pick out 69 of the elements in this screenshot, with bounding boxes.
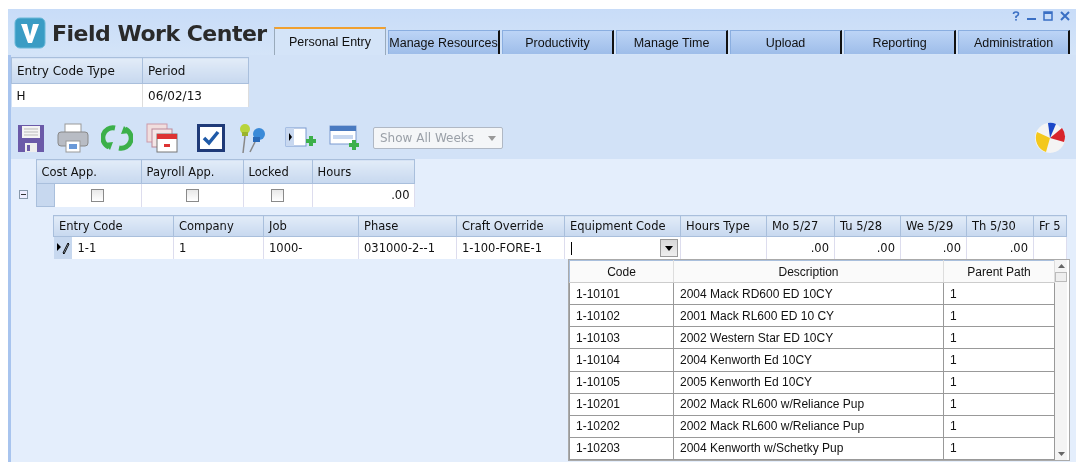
checkbox[interactable] bbox=[185, 189, 199, 203]
column-header[interactable]: Equipment Code bbox=[564, 215, 681, 237]
checkbox-icon[interactable] bbox=[197, 124, 225, 152]
table-cell[interactable]: 1-10103 bbox=[569, 326, 674, 349]
table-cell[interactable]: 1-10102 bbox=[569, 304, 674, 327]
column-header[interactable]: Fr 5 bbox=[1033, 215, 1067, 237]
column-header[interactable]: Description bbox=[673, 260, 944, 283]
logo-icon bbox=[14, 17, 46, 49]
collapse-icon[interactable] bbox=[18, 190, 28, 199]
table-cell[interactable]: 2005 Kenworth Ed 10CY bbox=[673, 371, 944, 394]
column-header[interactable]: Job bbox=[263, 215, 359, 237]
table-cell[interactable]: 2004 Kenworth Ed 10CY bbox=[673, 348, 944, 372]
table-cell[interactable]: 2001 Mack RL600 ED 10 CY bbox=[673, 304, 944, 327]
table-cell[interactable]: 1-10202 bbox=[569, 415, 674, 438]
table-cell: 1-1 bbox=[77, 240, 97, 255]
tab[interactable]: Personal Entry bbox=[274, 27, 386, 55]
table-cell: 06/02/13 bbox=[142, 83, 249, 107]
table-cell[interactable]: 2002 Mack RL600 w/Reliance Pup bbox=[673, 393, 944, 416]
help-icon[interactable] bbox=[1012, 11, 1020, 21]
tab[interactable]: Administration bbox=[958, 30, 1070, 54]
scroll-down-icon[interactable] bbox=[1057, 452, 1065, 456]
app-title: Field Work Center bbox=[52, 20, 267, 46]
table-cell[interactable]: 1-10104 bbox=[569, 348, 674, 372]
table-cell: H bbox=[11, 83, 143, 107]
table-cell[interactable]: 2002 Mack RL600 w/Reliance Pup bbox=[673, 415, 944, 438]
column-header[interactable]: Cost App. bbox=[36, 159, 141, 184]
tab[interactable]: Productivity bbox=[502, 30, 614, 54]
column-header[interactable]: Entry Code Type bbox=[11, 57, 143, 84]
column-header[interactable]: Entry Code bbox=[53, 215, 174, 237]
column-header[interactable]: Th 5/30 bbox=[966, 215, 1034, 237]
scrollbar[interactable] bbox=[1055, 260, 1067, 460]
table-cell[interactable]: 2004 Mack RD600 ED 10CY bbox=[673, 282, 944, 305]
column-header[interactable]: Locked bbox=[243, 159, 312, 184]
checkbox[interactable] bbox=[91, 189, 104, 203]
column-header[interactable]: Code bbox=[569, 260, 674, 283]
table-cell[interactable]: 2002 Western Star ED 10CY bbox=[673, 326, 944, 349]
tab[interactable]: Upload bbox=[730, 30, 842, 54]
column-header[interactable]: Hours bbox=[312, 159, 414, 184]
column-header[interactable]: Phase bbox=[358, 215, 457, 237]
refresh-icon[interactable] bbox=[101, 123, 133, 153]
column-header[interactable]: Parent Path bbox=[943, 260, 1055, 283]
table-cell[interactable]: 1-10101 bbox=[569, 282, 674, 305]
add-row-icon[interactable] bbox=[329, 123, 361, 153]
scroll-thumb[interactable] bbox=[1055, 272, 1067, 282]
table-cell[interactable]: 1-10201 bbox=[569, 393, 674, 416]
tab[interactable]: Reporting bbox=[844, 30, 956, 54]
calendar-icon[interactable] bbox=[145, 122, 179, 154]
save-icon[interactable] bbox=[17, 123, 45, 153]
tab[interactable]: Manage Resources bbox=[388, 30, 500, 54]
caret-icon bbox=[488, 135, 496, 141]
table-cell[interactable]: 1-10203 bbox=[569, 437, 674, 460]
print-icon[interactable] bbox=[57, 123, 89, 153]
scroll-up-icon[interactable] bbox=[1057, 264, 1065, 268]
column-header[interactable]: Company bbox=[173, 215, 264, 237]
column-header[interactable]: Mo 5/27 bbox=[766, 215, 835, 237]
column-header[interactable]: Tu 5/28 bbox=[834, 215, 901, 237]
caret-icon bbox=[665, 245, 673, 251]
column-header[interactable]: Hours Type bbox=[680, 215, 767, 237]
table-cell[interactable]: 1-10105 bbox=[569, 371, 674, 394]
checkbox[interactable] bbox=[271, 189, 284, 203]
column-header[interactable]: Period bbox=[142, 57, 249, 84]
close-icon[interactable] bbox=[1060, 11, 1070, 21]
table-cell[interactable]: 2004 Kenworth w/Schetky Pup bbox=[673, 437, 944, 460]
pushpin-icon[interactable] bbox=[237, 122, 267, 154]
column-header[interactable]: Payroll App. bbox=[141, 159, 243, 184]
maximize-icon[interactable] bbox=[1043, 11, 1053, 21]
tab[interactable]: Manage Time bbox=[616, 30, 728, 54]
column-header[interactable]: We 5/29 bbox=[900, 215, 967, 237]
column-header[interactable]: Craft Override bbox=[456, 215, 565, 237]
